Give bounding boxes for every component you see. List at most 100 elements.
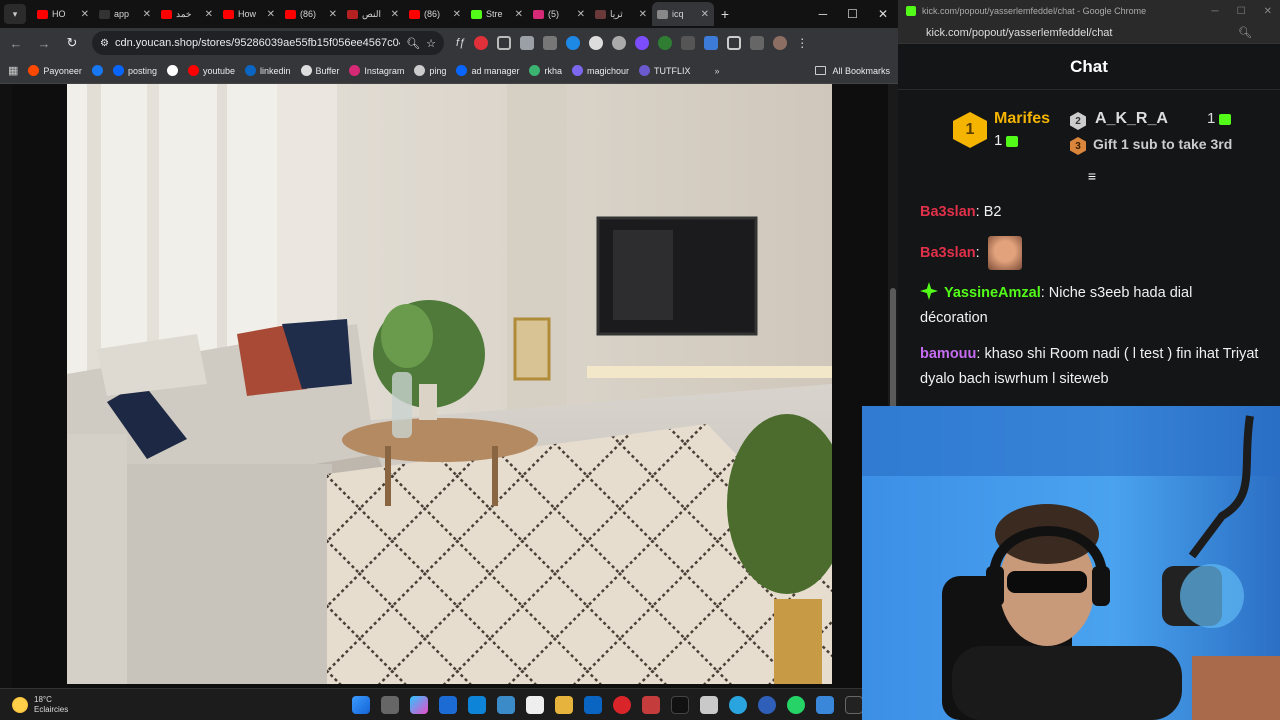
bookmark-item[interactable]: youtube: [187, 65, 235, 76]
tab-close-icon[interactable]: ✕: [205, 9, 213, 20]
extensions-puzzle-icon[interactable]: [727, 36, 742, 50]
extension-gray-icon[interactable]: [612, 36, 627, 50]
bookmark-item[interactable]: rkha: [529, 65, 562, 76]
browser-tab[interactable]: app ✕: [94, 2, 156, 26]
leaderboard-first-name[interactable]: Marifes: [994, 110, 1050, 128]
browser-tab[interactable]: ثريا ✕: [590, 2, 652, 26]
notion-icon[interactable]: [845, 696, 863, 714]
bookmark-item[interactable]: linkedin: [245, 65, 291, 76]
bookmark-item[interactable]: Payoneer: [28, 65, 82, 76]
bookmark-item[interactable]: Buffer: [300, 65, 339, 76]
bookmark-star-icon[interactable]: ☆: [426, 37, 436, 50]
notepad-icon[interactable]: [526, 696, 544, 714]
maximize-icon[interactable]: ☐: [847, 7, 858, 21]
browser-tab[interactable]: icq ✕: [652, 2, 714, 26]
browser-tab[interactable]: How ✕: [218, 2, 280, 26]
reload-icon[interactable]: ↻: [64, 35, 80, 51]
browser-tab[interactable]: (86) ✕: [404, 2, 466, 26]
extension-dark-icon[interactable]: [681, 36, 696, 50]
chat-username[interactable]: YassineAmzal: [944, 285, 1041, 301]
zoom-icon[interactable]: 🔍︎: [406, 37, 420, 50]
tab-close-icon[interactable]: ✕: [577, 9, 585, 20]
emote-face-icon[interactable]: [987, 236, 1022, 270]
tab-close-icon[interactable]: ✕: [391, 9, 399, 20]
tab-close-icon[interactable]: ✕: [701, 9, 709, 20]
extension-purple-icon[interactable]: [635, 36, 650, 50]
minimize-icon[interactable]: ─: [1212, 6, 1219, 17]
browser-tab[interactable]: النص ✕: [342, 2, 404, 26]
browser-menu-icon[interactable]: ⋮: [796, 36, 808, 50]
windows-start-icon[interactable]: [352, 696, 370, 714]
browser-tab[interactable]: Stre ✕: [466, 2, 528, 26]
app-feather-icon[interactable]: [497, 696, 515, 714]
whatsapp-icon[interactable]: [787, 696, 805, 714]
tab-close-icon[interactable]: ✕: [515, 9, 523, 20]
extension-shield-icon[interactable]: [704, 36, 719, 50]
browser-tab[interactable]: (86) ✕: [280, 2, 342, 26]
minimize-icon[interactable]: ─: [819, 7, 828, 21]
tab-search-button[interactable]: ▾: [4, 4, 26, 24]
back-icon[interactable]: ←: [8, 36, 24, 51]
browser-tab[interactable]: (5) ✕: [528, 2, 590, 26]
forward-icon[interactable]: →: [36, 36, 52, 51]
chat-username[interactable]: Ba3slan: [920, 204, 976, 220]
profile-avatar-icon[interactable]: [773, 36, 788, 50]
tiktok-icon[interactable]: [671, 696, 689, 714]
extension-red-icon[interactable]: [474, 36, 489, 50]
extension-white-icon[interactable]: [589, 36, 604, 50]
bookmark-item[interactable]: ad manager: [456, 65, 519, 76]
qbittorrent-icon[interactable]: [758, 696, 776, 714]
photos-icon[interactable]: [816, 696, 834, 714]
store-icon[interactable]: [555, 696, 573, 714]
weather-widget[interactable]: 18°C Eclaircies: [0, 695, 68, 715]
capcut-icon[interactable]: [700, 696, 718, 714]
collapse-leaderboard-icon[interactable]: ≡: [1083, 168, 1101, 186]
leaderboard-third-prompt[interactable]: Gift 1 sub to take 3rd: [1093, 136, 1232, 152]
close-window-icon[interactable]: ✕: [878, 7, 888, 21]
bookmark-item[interactable]: Instagram: [349, 65, 404, 76]
bookmark-item[interactable]: posting: [112, 65, 157, 76]
maximize-icon[interactable]: ☐: [1237, 6, 1246, 17]
all-bookmarks-folder[interactable]: All Bookmarks: [815, 66, 890, 76]
bookmark-item[interactable]: [91, 65, 103, 76]
bookmark-item[interactable]: ping: [414, 65, 446, 76]
new-tab-button[interactable]: +: [714, 6, 736, 22]
bookmark-item[interactable]: TUTFLIX: [639, 65, 691, 76]
extension-grid-icon[interactable]: [543, 36, 558, 50]
edge-app-icon[interactable]: [468, 696, 486, 714]
tab-close-icon[interactable]: ✕: [143, 9, 151, 20]
task-view-icon[interactable]: [381, 696, 399, 714]
outlook-icon[interactable]: [584, 696, 602, 714]
close-window-icon[interactable]: ✕: [1264, 6, 1272, 17]
tab-close-icon[interactable]: ✕: [639, 9, 647, 20]
tab-close-icon[interactable]: ✕: [329, 9, 337, 20]
tab-close-icon[interactable]: ✕: [267, 9, 275, 20]
extension-green-icon[interactable]: [658, 36, 673, 50]
extension-camera-icon[interactable]: [520, 36, 535, 50]
tab-close-icon[interactable]: ✕: [453, 9, 461, 20]
chat-username[interactable]: Ba3slan: [920, 245, 976, 261]
extension-fx-icon[interactable]: fƒ: [456, 37, 465, 49]
bookmark-item[interactable]: [166, 65, 178, 76]
search-icon[interactable]: 🔍︎: [1238, 26, 1252, 39]
apps-grid-icon[interactable]: ▦: [8, 64, 18, 77]
browser-tab[interactable]: HO ✕: [32, 2, 94, 26]
netflix-icon[interactable]: [642, 696, 660, 714]
chat-username[interactable]: bamouu: [920, 346, 976, 362]
app-blue-icon[interactable]: [439, 696, 457, 714]
more-bookmarks-icon[interactable]: »: [715, 66, 720, 76]
chat-url-bar[interactable]: kick.com/popout/yasserlemfeddel/chat 🔍︎: [898, 22, 1280, 44]
extension-blue-icon[interactable]: [566, 36, 581, 50]
page-viewport[interactable]: [0, 84, 898, 688]
browser-tab[interactable]: خمد ✕: [156, 2, 218, 26]
address-bar[interactable]: ⚙ cdn.youcan.shop/stores/95286039ae55fb1…: [92, 31, 444, 55]
opera-icon[interactable]: [613, 696, 631, 714]
reading-list-icon[interactable]: [750, 36, 765, 50]
site-info-icon[interactable]: ⚙: [100, 38, 109, 49]
telegram-icon[interactable]: [729, 696, 747, 714]
bookmark-item[interactable]: magichour: [572, 65, 629, 76]
copilot-icon[interactable]: [410, 696, 428, 714]
extension-frame-icon[interactable]: [497, 36, 512, 50]
tab-close-icon[interactable]: ✕: [81, 9, 89, 20]
leaderboard-second-name[interactable]: A_K_R_A: [1095, 110, 1168, 128]
